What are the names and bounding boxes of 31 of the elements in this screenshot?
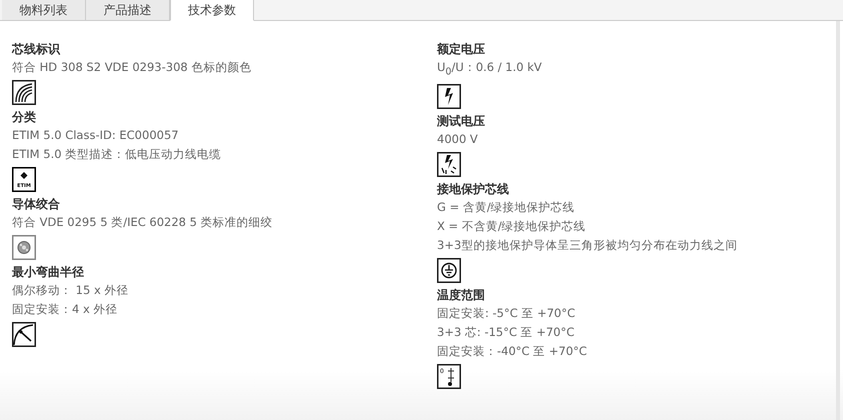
spec-text: 偶尔移动： 15 x 外径 — [12, 282, 130, 299]
strand-bundle-icon — [12, 235, 36, 260]
cable-arcs-icon — [12, 80, 36, 105]
section-title: 导体绞合 — [12, 196, 61, 213]
spec-text: 4000 V — [437, 131, 479, 148]
spec-text: U$_{0}$/U：0.6 / 1.0 kV — [437, 59, 543, 80]
ground-icon — [437, 258, 461, 284]
bend-radius-icon — [12, 322, 36, 347]
section-title: 最小弯曲半径 — [12, 264, 85, 281]
spec-text: ETIM 5.0 Class-ID: EC000057 — [12, 127, 180, 144]
spec-text: 固定安装：4 x 外径 — [12, 301, 118, 318]
section-title: 芯线标识 — [12, 41, 62, 58]
spec-text: ETIM 5.0 类型描述：低电压动力线电缆 — [12, 146, 222, 163]
section-title: 分类 — [12, 109, 37, 126]
spec-text: 固定安装：-40°C 至 +70°C — [437, 343, 588, 360]
spec-text: 3+3 芯: -15°C 至 +70°C — [437, 324, 576, 342]
lightning-sparks-icon — [437, 152, 461, 178]
spec-text: 符合 HD 308 S2 VDE 0293-308 色标的颜色 — [12, 59, 252, 76]
spec-text: X = 不含黄/绿接地保护芯线 — [437, 218, 587, 236]
spec-text: 符合 VDE 0295 5 类/IEC 60228 5 类标准的细绞 — [12, 214, 274, 231]
lightning-icon — [437, 84, 461, 110]
section-title: 温度范围 — [437, 287, 486, 304]
spec-text: 固定安装: -5°C 至 +70°C — [437, 305, 576, 322]
spec-text: 3+3型的接地保护导体呈三角形被均匀分布在动力线之间 — [437, 237, 738, 254]
tab[interactable]: 物料列表 — [2, 0, 86, 20]
section-title: 额定电压 — [437, 41, 486, 58]
spec-text: G = 含黄/绿接地保护芯线 — [437, 199, 576, 216]
tab[interactable]: 技术参数 — [170, 0, 254, 21]
section-title: 接地保护芯线 — [437, 181, 510, 198]
section-title: 测试电压 — [437, 113, 486, 130]
tab[interactable]: 产品描述 — [86, 0, 170, 20]
